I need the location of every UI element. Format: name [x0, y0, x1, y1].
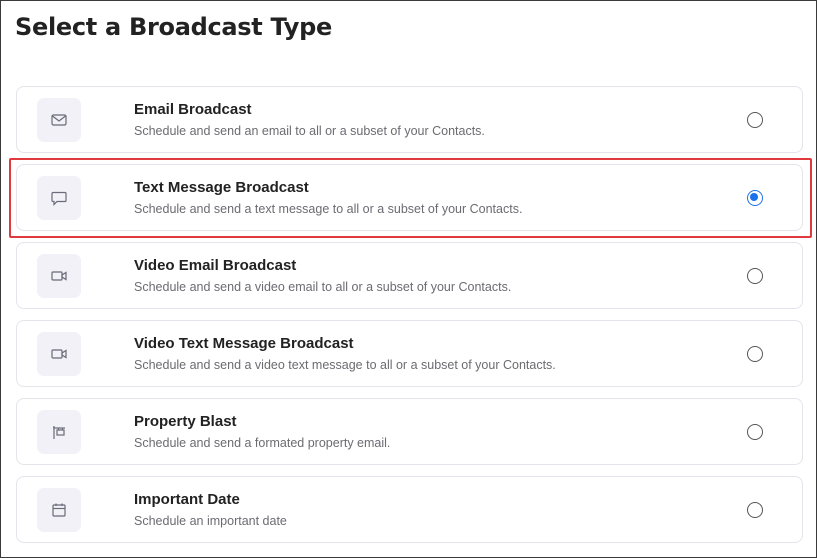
option-name: Email Broadcast — [134, 101, 252, 118]
option-radio[interactable] — [747, 268, 763, 284]
option-video-email-broadcast[interactable]: Video Email Broadcast Schedule and send … — [16, 242, 803, 309]
option-description: Schedule and send an email to all or a s… — [134, 124, 485, 138]
option-name: Property Blast — [134, 413, 237, 430]
option-description: Schedule and send a video text message t… — [134, 358, 556, 372]
option-radio[interactable] — [747, 502, 763, 518]
envelope-icon — [37, 98, 81, 142]
option-video-text-message-broadcast[interactable]: Video Text Message Broadcast Schedule an… — [16, 320, 803, 387]
option-description: Schedule an important date — [134, 514, 287, 528]
option-radio[interactable] — [747, 112, 763, 128]
option-radio-selected[interactable] — [747, 190, 763, 206]
video-camera-icon — [37, 254, 81, 298]
calendar-icon — [37, 488, 81, 532]
option-description: Schedule and send a text message to all … — [134, 202, 523, 216]
option-radio[interactable] — [747, 424, 763, 440]
option-property-blast[interactable]: Property Blast Schedule and send a forma… — [16, 398, 803, 465]
option-name: Video Email Broadcast — [134, 257, 297, 274]
video-camera-icon — [37, 332, 81, 376]
chat-bubble-icon — [37, 176, 81, 220]
option-text-message-broadcast[interactable]: Text Message Broadcast Schedule and send… — [16, 164, 803, 231]
property-sign-icon — [37, 410, 81, 454]
option-email-broadcast[interactable]: Email Broadcast Schedule and send an ema… — [16, 86, 803, 153]
page-title: Select a Broadcast Type — [15, 13, 332, 41]
option-description: Schedule and send a formated property em… — [134, 436, 391, 450]
option-radio[interactable] — [747, 346, 763, 362]
option-name: Text Message Broadcast — [134, 179, 309, 196]
option-name: Important Date — [134, 491, 240, 508]
option-important-date[interactable]: Important Date Schedule an important dat… — [16, 476, 803, 543]
broadcast-type-dialog: Select a Broadcast Type Email Broadcast … — [0, 0, 817, 558]
option-name: Video Text Message Broadcast — [134, 335, 354, 352]
option-description: Schedule and send a video email to all o… — [134, 280, 512, 294]
